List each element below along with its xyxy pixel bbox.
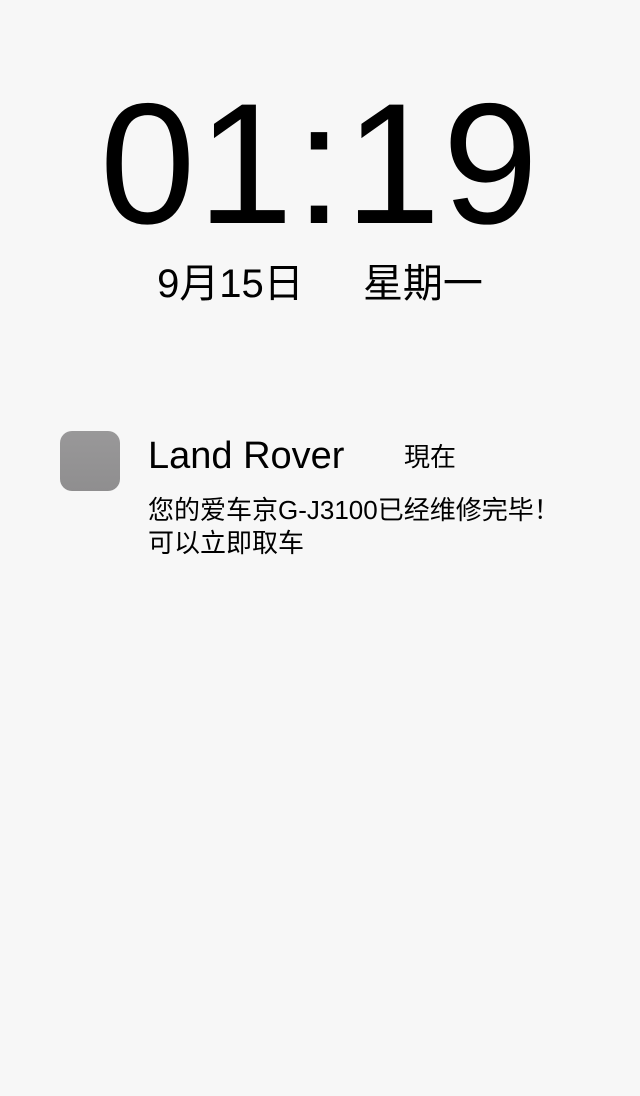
notification-app-name: Land Rover: [148, 435, 345, 477]
weekday-label: 星期一: [362, 262, 483, 306]
lockscreen: 01:19 9月15日 星期一 Land Rover 現在 您的爱车京G-J31…: [0, 0, 640, 1096]
date-label: 9月15日: [157, 262, 304, 306]
notification-time: 現在: [404, 442, 457, 472]
app-icon: [60, 431, 120, 491]
notification-message: 您的爱车京G-J3100已经维修完毕！可以立即取车: [148, 495, 560, 558]
notification-card[interactable]: Land Rover 現在 您的爱车京G-J3100已经维修完毕！可以立即取车: [60, 430, 600, 570]
clock-time: 01:19: [99, 68, 541, 260]
date-row: 9月15日 星期一: [0, 258, 640, 310]
